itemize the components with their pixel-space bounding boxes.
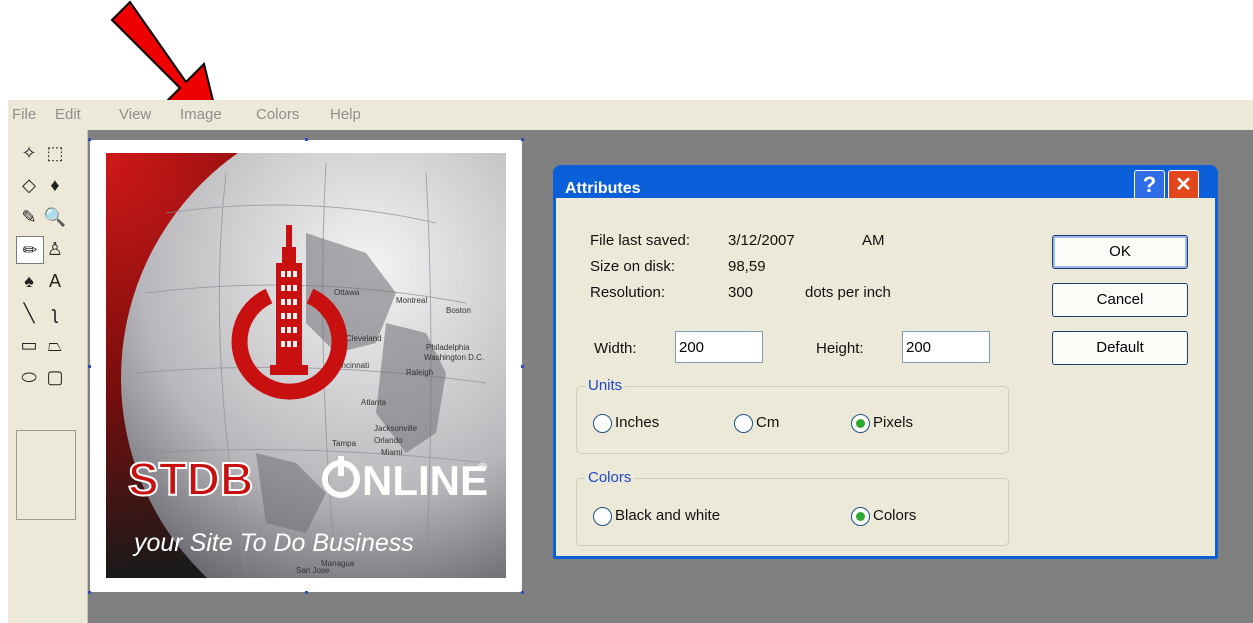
tool-options-well (16, 430, 76, 520)
brush-icon[interactable]: ♙ (42, 236, 68, 262)
free-select-icon[interactable]: ✧ (16, 140, 42, 166)
units-group: Units Inches Cm Pixels (576, 377, 1009, 454)
help-button[interactable]: ? (1134, 170, 1165, 201)
menu-edit[interactable]: Edit (55, 106, 81, 123)
height-input[interactable]: 200 (902, 331, 990, 363)
airbrush-icon[interactable]: ♠ (16, 268, 42, 294)
logo-registered: ® (478, 460, 487, 474)
tool-box: ✧ ⬚ ◇ ♦ ✎ 🔍 ✏ ♙ ♠ A ╲ ʅ ▭ ⏢ ⬭ ▢ (8, 130, 88, 623)
resize-handle[interactable] (88, 365, 91, 368)
close-button[interactable]: ✕ (1168, 170, 1199, 201)
resize-handle[interactable] (305, 138, 308, 141)
cancel-button[interactable]: Cancel (1052, 283, 1188, 317)
resize-handle[interactable] (88, 591, 91, 594)
rounded-rect-tool-icon[interactable]: ▢ (42, 364, 68, 390)
resize-handle[interactable] (88, 138, 91, 141)
ok-button[interactable]: OK (1052, 235, 1188, 269)
size-on-disk-value: 98,59 (728, 258, 766, 275)
width-label: Width: (594, 340, 637, 357)
fill-bucket-icon[interactable]: ♦ (42, 172, 68, 198)
eraser-icon[interactable]: ◇ (16, 172, 42, 198)
map-label: Atlanta (361, 398, 386, 407)
radio-cm[interactable] (734, 414, 753, 433)
logo-brand-prefix: STDB (128, 453, 253, 505)
resolution-value: 300 (728, 284, 754, 301)
width-input[interactable]: 200 (675, 331, 763, 363)
pencil-icon[interactable]: ✏ (16, 236, 44, 264)
resize-handle[interactable] (305, 591, 308, 594)
stdbonline-logo-image: Ottawa Montreal Boston Philadelphia Wash… (106, 153, 506, 578)
map-label: Tampa (332, 439, 357, 448)
radio-black-and-white-label[interactable]: Black and white (615, 507, 720, 524)
color-picker-icon[interactable]: ✎ (16, 204, 42, 230)
menu-colors[interactable]: Colors (256, 106, 299, 123)
map-label: Miami (381, 448, 403, 457)
size-on-disk-label: Size on disk: (590, 258, 676, 275)
radio-pixels-label[interactable]: Pixels (873, 414, 913, 431)
dialog-title: Attributes (565, 180, 641, 197)
resolution-label: Resolution: (590, 284, 666, 301)
radio-colors-label[interactable]: Colors (873, 507, 916, 524)
logo-graphic: Ottawa Montreal Boston Philadelphia Wash… (106, 153, 506, 578)
map-label: Washington D.C. (424, 353, 484, 362)
default-button[interactable]: Default (1052, 331, 1188, 365)
resize-handle[interactable] (521, 365, 524, 368)
map-label: Jacksonville (374, 424, 418, 433)
map-label: Orlando (374, 436, 403, 445)
radio-black-and-white[interactable] (593, 507, 612, 526)
resize-handle[interactable] (521, 138, 524, 141)
radio-cm-label[interactable]: Cm (756, 414, 779, 431)
map-label: Boston (446, 306, 471, 315)
radio-colors[interactable] (851, 507, 870, 526)
units-group-title: Units (585, 377, 626, 394)
map-label: Philadelphia (426, 343, 470, 352)
file-last-saved-value: 3/12/2007 (728, 232, 795, 249)
curve-tool-icon[interactable]: ʅ (42, 300, 68, 326)
map-label: Managua (321, 559, 355, 568)
resolution-unit: dots per inch (805, 284, 891, 301)
attributes-dialog: Attributes ? ✕ File last saved: 3/12/200… (553, 165, 1218, 559)
radio-pixels[interactable] (851, 414, 870, 433)
text-tool-icon[interactable]: A (42, 268, 68, 294)
menu-file[interactable]: File (12, 106, 36, 123)
resize-handle[interactable] (521, 591, 524, 594)
rectangle-tool-icon[interactable]: ▭ (16, 332, 42, 358)
ellipse-tool-icon[interactable]: ⬭ (16, 364, 42, 390)
colors-group: Colors Black and white Colors (576, 469, 1009, 546)
height-label: Height: (816, 340, 864, 357)
map-label: Ottawa (334, 288, 360, 297)
map-label: Montreal (396, 296, 427, 305)
menu-help[interactable]: Help (330, 106, 361, 123)
colors-group-title: Colors (585, 469, 635, 486)
logo-brand-suffix: NLINE (362, 457, 488, 504)
menu-view[interactable]: View (119, 106, 151, 123)
dialog-body: File last saved: 3/12/2007 AM Size on di… (556, 198, 1215, 556)
logo-tagline: your Site To Do Business (132, 529, 414, 557)
map-label: Cleveland (346, 334, 382, 343)
menu-image[interactable]: Image (180, 106, 222, 123)
line-tool-icon[interactable]: ╲ (16, 300, 42, 326)
radio-inches-label[interactable]: Inches (615, 414, 659, 431)
map-label: Raleigh (406, 368, 433, 377)
menu-bar: File Edit View Image Colors Help (8, 100, 1253, 130)
file-last-saved-label: File last saved: (590, 232, 691, 249)
radio-inches[interactable] (593, 414, 612, 433)
magnifier-icon[interactable]: 🔍 (42, 204, 68, 230)
rect-select-icon[interactable]: ⬚ (42, 140, 68, 166)
polygon-tool-icon[interactable]: ⏢ (42, 332, 68, 358)
file-last-saved-suffix: AM (862, 232, 885, 249)
